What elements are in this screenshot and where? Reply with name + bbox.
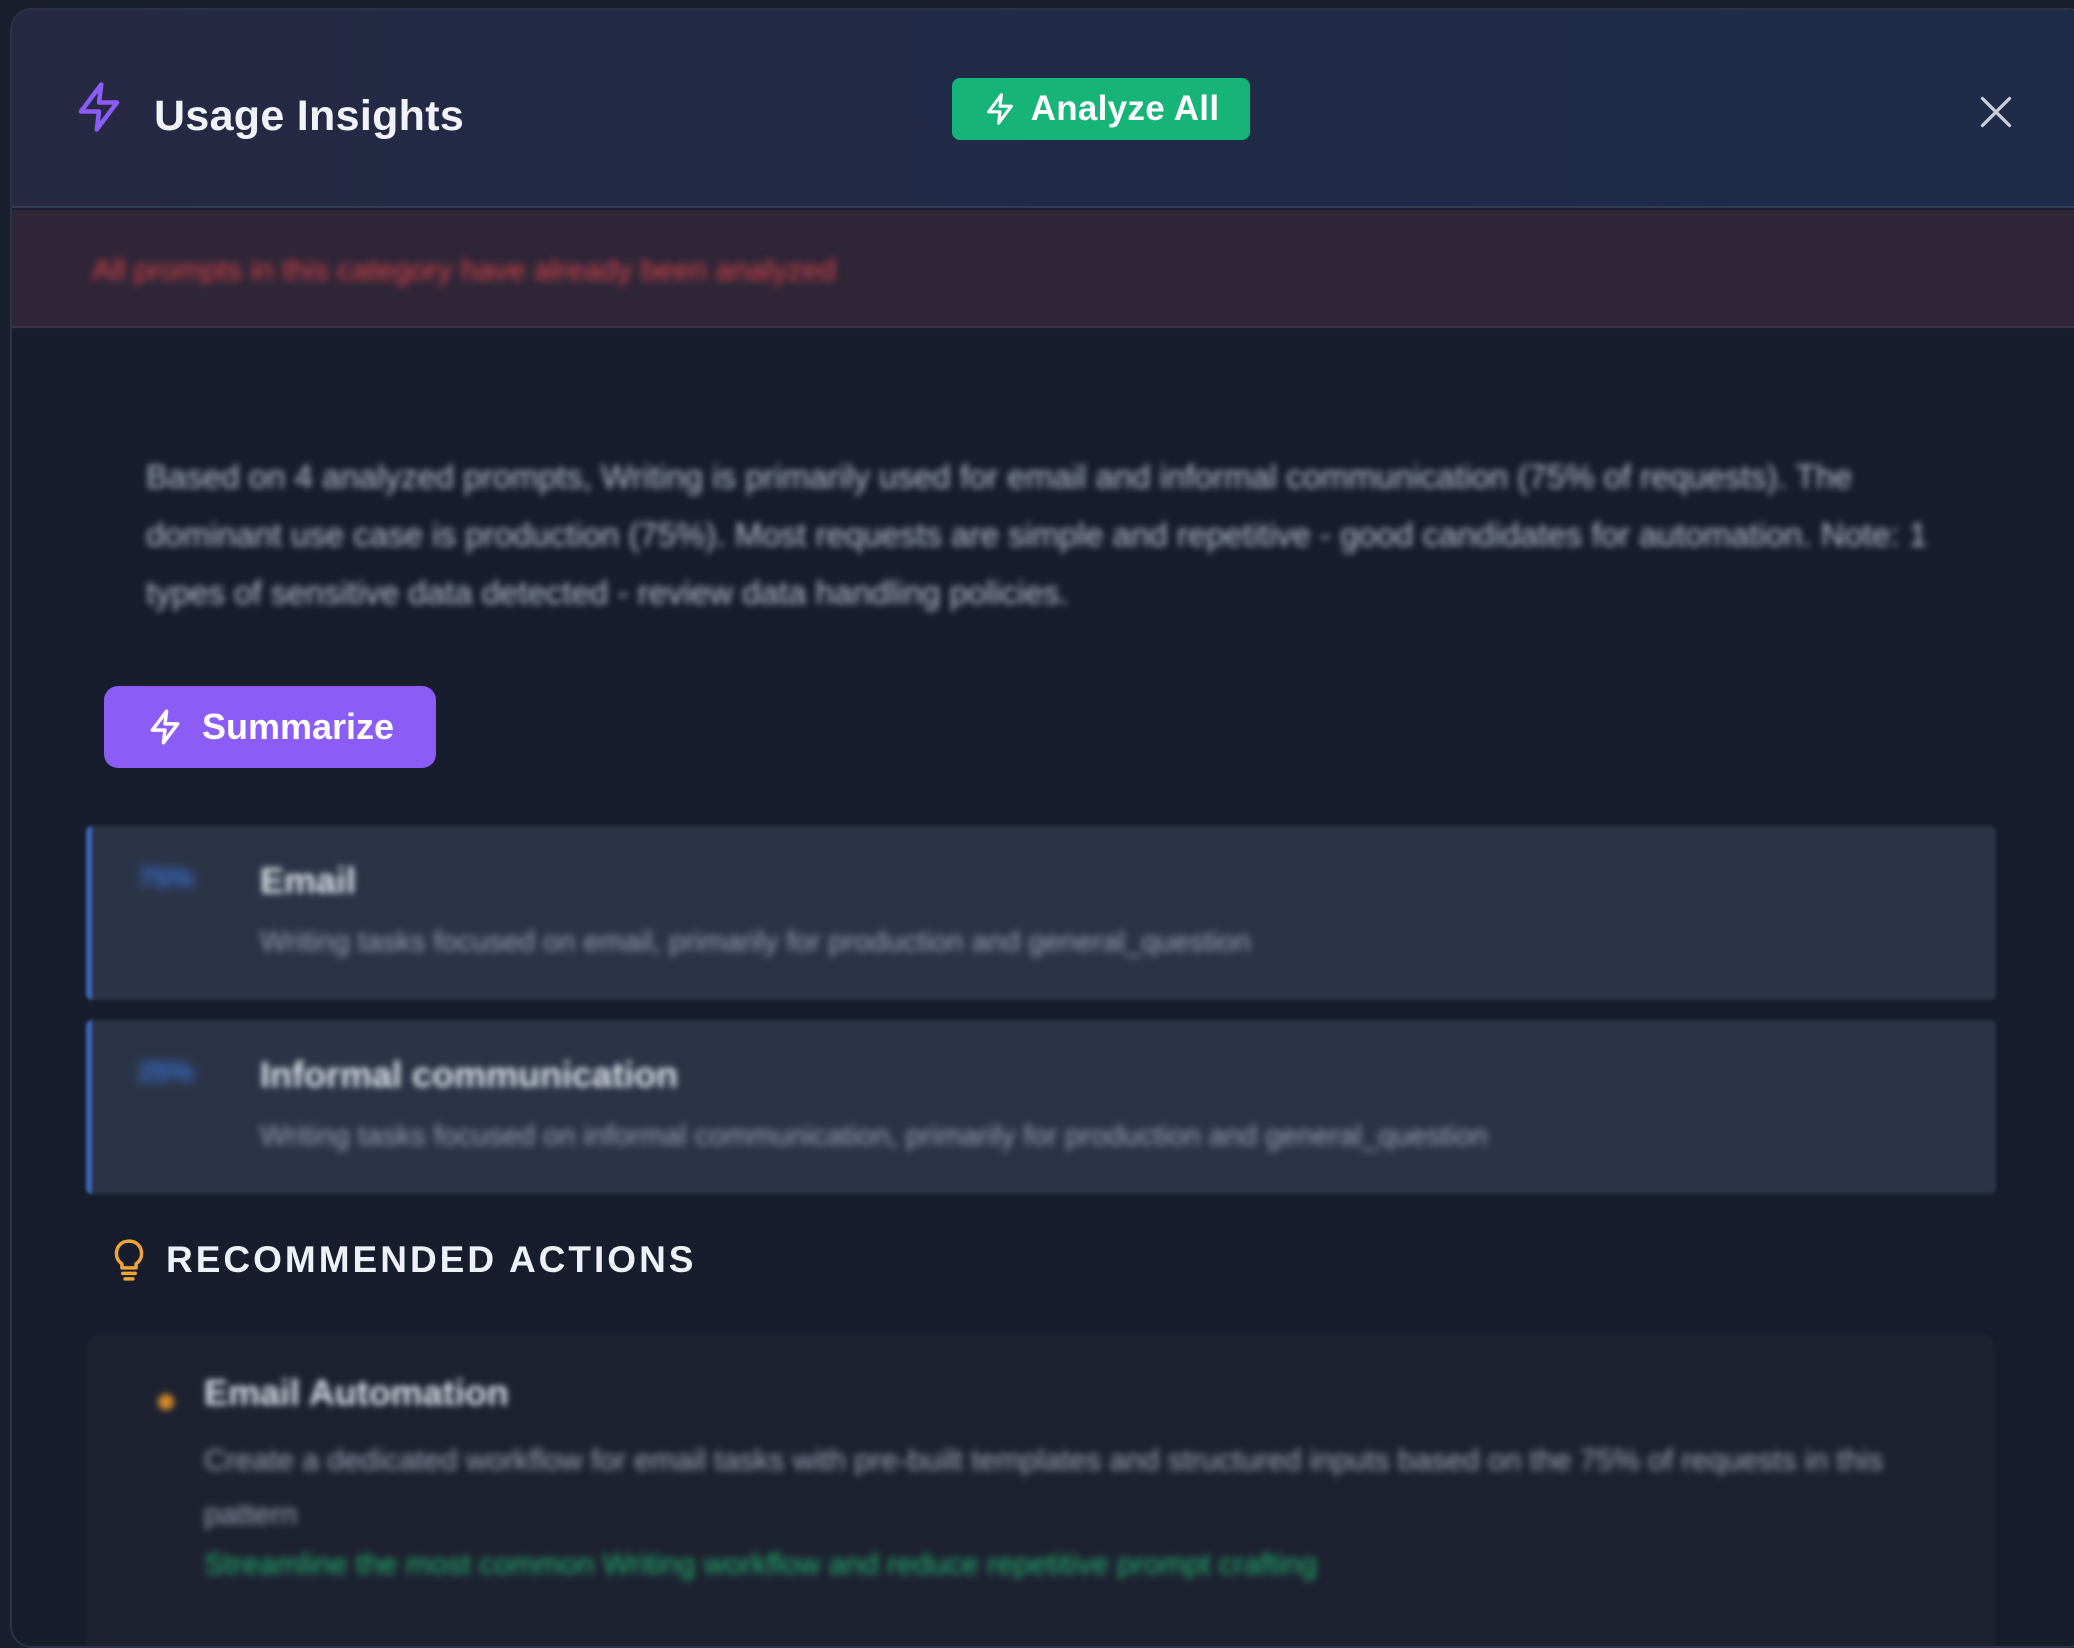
- pattern-description: Writing tasks focused on email, primaril…: [260, 926, 1251, 958]
- pattern-card[interactable]: 75% Email Writing tasks focused on email…: [86, 826, 1996, 1000]
- usage-insights-panel: Usage Insights Analyze All All prompts i…: [10, 8, 2074, 1648]
- insights-body: Based on 4 analyzed prompts, Writing is …: [12, 330, 2074, 1646]
- lightning-icon: [986, 93, 1013, 125]
- lightning-icon: [150, 709, 180, 745]
- pattern-title: Informal communication: [260, 1054, 679, 1095]
- pattern-percent: 25%: [138, 1056, 195, 1087]
- analyze-all-button[interactable]: Analyze All: [952, 78, 1250, 140]
- panel-title: Usage Insights: [154, 92, 465, 140]
- lightbulb-icon: [114, 1239, 144, 1281]
- recommended-actions-heading: RECOMMENDED ACTIONS: [112, 1238, 696, 1282]
- action-card[interactable]: Email Automation Create a dedicated work…: [86, 1334, 1996, 1646]
- panel-header: Usage Insights Analyze All: [12, 10, 2074, 208]
- recommended-actions-title: RECOMMENDED ACTIONS: [166, 1239, 697, 1280]
- pattern-card[interactable]: 25% Informal communication Writing tasks…: [86, 1020, 1996, 1194]
- summary-text: Based on 4 analyzed prompts, Writing is …: [146, 458, 1928, 611]
- summarize-button[interactable]: Summarize: [104, 686, 436, 768]
- close-icon[interactable]: [1978, 94, 2014, 130]
- analyze-all-label: Analyze All: [1030, 89, 1220, 128]
- priority-dot: [158, 1394, 174, 1410]
- action-description: Create a dedicated workflow for email ta…: [204, 1444, 1884, 1531]
- alert-message: All prompts in this category have alread…: [92, 254, 836, 287]
- pattern-description: Writing tasks focused on informal commun…: [260, 1120, 1488, 1152]
- alert-banner: All prompts in this category have alread…: [12, 210, 2074, 328]
- pattern-title: Email: [260, 860, 357, 901]
- action-impact: Streamline the most common Writing workf…: [204, 1548, 1318, 1581]
- lightning-icon: [78, 82, 120, 132]
- summarize-label: Summarize: [201, 706, 395, 747]
- pattern-percent: 75%: [138, 862, 195, 893]
- action-title: Email Automation: [204, 1372, 509, 1413]
